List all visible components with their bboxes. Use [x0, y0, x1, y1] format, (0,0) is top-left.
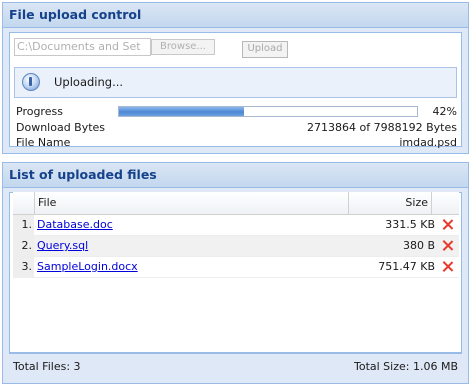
- uploaded-files-panel: List of uploaded files File Size 1. Datab…: [2, 162, 469, 384]
- table-row: 3. SampleLogin.docx 751.47 KB: [13, 257, 459, 278]
- progress-bar-fill: [119, 107, 245, 116]
- row-number: 3.: [13, 257, 34, 277]
- file-size: 380 B: [402, 239, 435, 252]
- delete-x-icon[interactable]: [442, 219, 453, 230]
- download-bytes-value: 2713864 of 7988192 Bytes: [307, 121, 457, 134]
- upload-button[interactable]: Upload: [242, 41, 288, 58]
- file-column-header[interactable]: File: [34, 192, 348, 214]
- delete-x-icon[interactable]: [442, 261, 453, 272]
- upload-status-text: Uploading...: [54, 75, 124, 89]
- upload-panel-body: C:\Documents and Set Browse... Upload Up…: [9, 32, 462, 150]
- upload-panel-title: File upload control: [3, 3, 468, 28]
- file-size: 751.47 KB: [378, 260, 435, 273]
- files-grid-footer: Total Files: 3 Total Size: 1.06 MB: [9, 353, 462, 378]
- delete-x-icon[interactable]: [442, 240, 453, 251]
- action-column-header: [431, 192, 459, 214]
- total-files-text: Total Files: 3: [13, 360, 81, 373]
- file-path-input[interactable]: C:\Documents and Set: [14, 38, 151, 56]
- progress-row: Progress 42%: [16, 105, 457, 119]
- table-row: 2. Query.sql 380 B: [13, 236, 459, 257]
- total-size-text: Total Size: 1.06 MB: [354, 360, 458, 373]
- file-size: 331.5 KB: [385, 218, 435, 231]
- row-number-header: [13, 192, 34, 214]
- files-panel-title: List of uploaded files: [3, 163, 468, 188]
- file-name-row: File Name imdad.psd: [16, 136, 457, 150]
- table-row: 1. Database.doc 331.5 KB: [13, 215, 459, 236]
- file-name-label: File Name: [16, 136, 71, 149]
- size-column-header[interactable]: Size: [348, 192, 431, 214]
- file-link[interactable]: SampleLogin.docx: [37, 257, 138, 277]
- file-upload-panel: File upload control C:\Documents and Set…: [2, 2, 469, 154]
- upload-status-box: Uploading...: [14, 67, 457, 98]
- row-number: 2.: [13, 236, 34, 256]
- progress-label: Progress: [16, 105, 63, 118]
- file-link[interactable]: Query.sql: [37, 236, 88, 256]
- row-number: 1.: [13, 215, 34, 235]
- file-link[interactable]: Database.doc: [37, 215, 113, 235]
- download-bytes-label: Download Bytes: [16, 121, 106, 134]
- browse-button[interactable]: Browse...: [151, 39, 215, 55]
- progress-bar: [118, 106, 418, 117]
- download-bytes-row: Download Bytes 2713864 of 7988192 Bytes: [16, 121, 457, 135]
- files-grid-header: File Size: [13, 192, 459, 215]
- progress-percent: 42%: [432, 105, 457, 118]
- info-icon: [22, 73, 40, 91]
- files-grid-rows: 1. Database.doc 331.5 KB 2. Query.sql 380 B 3.…: [13, 215, 459, 278]
- file-name-value: imdad.psd: [399, 136, 457, 149]
